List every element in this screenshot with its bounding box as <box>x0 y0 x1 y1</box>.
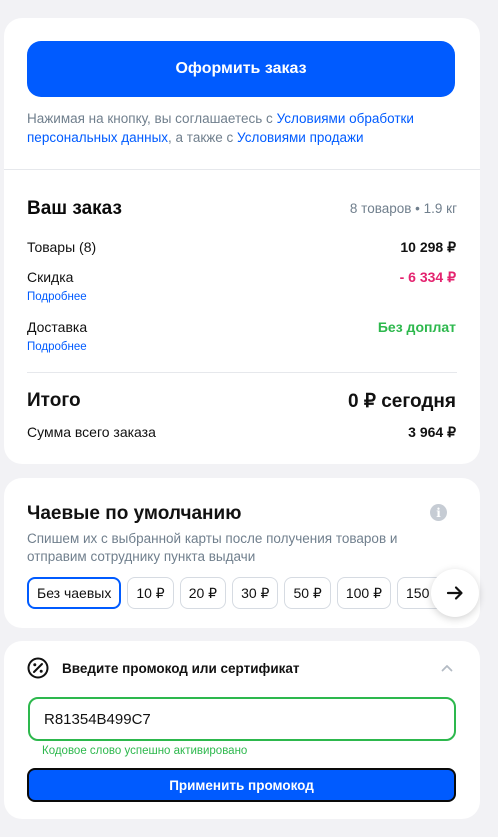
delivery-value: Без доплат <box>377 319 456 335</box>
discount-label: Скидка <box>27 269 74 285</box>
tip-option[interactable]: Без чаевых <box>27 577 122 609</box>
tip-options: Без чаевых10 ₽20 ₽30 ₽50 ₽100 ₽150 ₽ <box>27 577 437 611</box>
delivery-details-link[interactable]: Подробнее <box>27 341 87 353</box>
discount-details-link[interactable]: Подробнее <box>27 291 87 303</box>
promo-card: Введите промокод или сертификат Кодовое … <box>4 641 480 819</box>
promo-title: Введите промокод или сертификат <box>62 661 300 676</box>
chevron-up-icon[interactable] <box>440 661 454 675</box>
divider <box>4 169 480 170</box>
tip-option[interactable]: 10 ₽ <box>127 577 174 609</box>
order-title: Ваш заказ <box>27 198 122 219</box>
apply-promo-button[interactable]: Применить промокод <box>27 768 456 802</box>
discount-value: - 6 334 ₽ <box>399 269 456 285</box>
tips-subtitle: Спишем их с выбранной карты после получе… <box>27 531 398 564</box>
tips-scroll-button[interactable] <box>431 569 479 617</box>
tip-option[interactable]: 50 ₽ <box>284 577 331 609</box>
total-label: Итого <box>27 390 81 411</box>
delivery-label: Доставка <box>27 319 88 335</box>
promo-success-message: Кодовое слово успешно активировано <box>42 745 248 757</box>
order-summary-card: Оформить заказ Нажимая на кнопку, вы сог… <box>4 18 480 464</box>
order-sum-value: 3 964 ₽ <box>408 424 456 440</box>
percent-badge-icon <box>27 657 49 679</box>
total-value: 0 ₽ сегодня <box>348 391 456 412</box>
items-label: Товары (8) <box>27 239 97 255</box>
consent-middle: , а также с <box>168 130 238 145</box>
tip-option[interactable]: 20 ₽ <box>179 577 227 609</box>
checkout-button[interactable]: Оформить заказ <box>27 41 455 97</box>
tip-option[interactable]: 30 ₽ <box>232 577 279 609</box>
info-icon[interactable]: i <box>430 504 447 521</box>
sale-terms-link[interactable]: Условиями продажи <box>237 130 364 145</box>
consent-text: Нажимая на кнопку, вы соглашаетесь с Усл… <box>27 109 457 147</box>
order-meta: 8 товаров • 1.9 кг <box>349 201 457 216</box>
tips-card: Чаевые по умолчанию i Спишем их с выбран… <box>4 478 480 628</box>
items-value: 10 298 ₽ <box>400 239 456 255</box>
consent-prefix: Нажимая на кнопку, вы соглашаетесь с <box>27 111 277 126</box>
divider <box>27 372 457 373</box>
order-sum-label: Сумма всего заказа <box>27 424 156 440</box>
tips-title: Чаевые по умолчанию <box>27 503 242 524</box>
arrow-right-icon <box>446 586 463 600</box>
promo-code-input[interactable] <box>28 697 456 741</box>
tip-option[interactable]: 100 ₽ <box>336 577 391 609</box>
